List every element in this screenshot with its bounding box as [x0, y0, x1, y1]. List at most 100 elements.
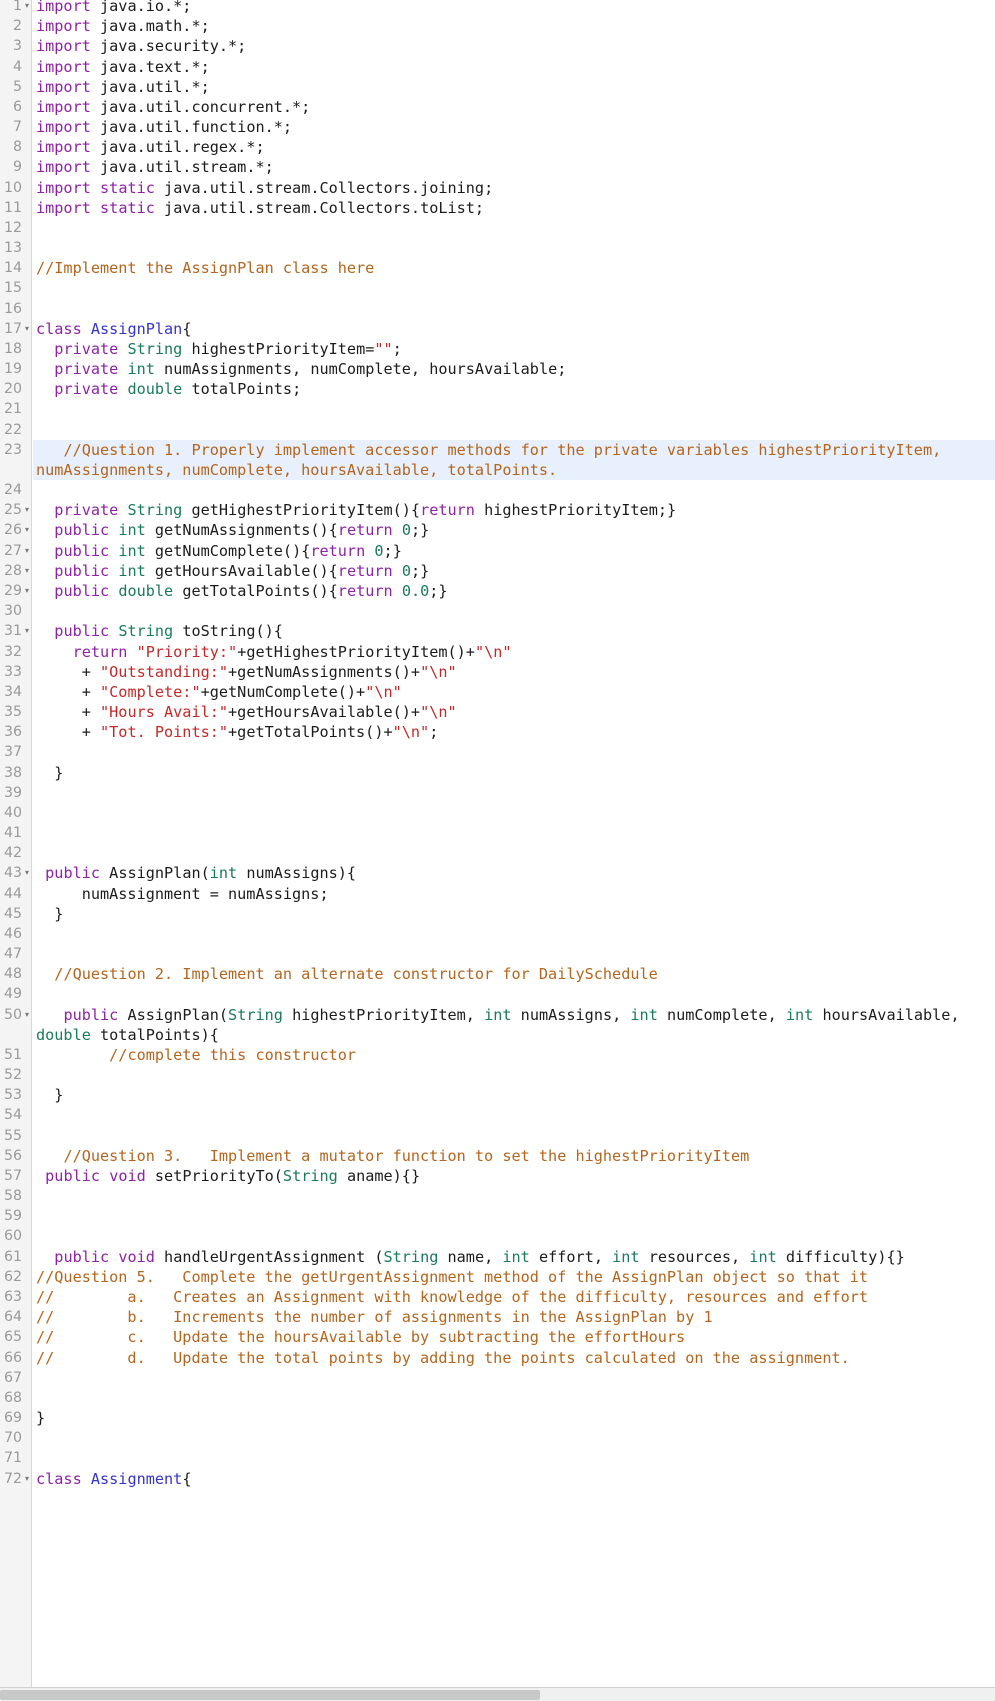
code-fold-triangle-icon[interactable]: ▾ [23, 1005, 31, 1025]
code-line[interactable]: 2 import java.math.*; [0, 16, 995, 36]
code-line-text[interactable]: + "Hours Avail:"+getHoursAvailable()+"\n… [32, 702, 995, 722]
code-line[interactable]: 16 [0, 299, 995, 319]
code-line-text[interactable]: return "Priority:"+getHighestPriorityIte… [32, 642, 995, 662]
code-fold-triangle-icon[interactable]: ▾ [23, 500, 31, 520]
code-line-text[interactable] [32, 843, 995, 863]
code-line[interactable]: 51 //complete this constructor [0, 1045, 995, 1065]
code-line[interactable]: 3 import java.security.*; [0, 36, 995, 56]
code-line-text[interactable] [32, 742, 995, 762]
code-line-text[interactable]: import java.util.stream.*; [32, 157, 995, 177]
code-line-text[interactable] [32, 1388, 995, 1408]
code-line[interactable]: 48 //Question 2. Implement an alternate … [0, 964, 995, 984]
code-fold-triangle-icon[interactable]: ▾ [23, 0, 31, 16]
code-line-text[interactable]: public String toString(){ [32, 621, 995, 641]
code-line[interactable]: 14 //Implement the AssignPlan class here [0, 258, 995, 278]
code-line[interactable]: 68 [0, 1388, 995, 1408]
code-line-text[interactable] [32, 480, 995, 500]
code-fold-triangle-icon[interactable]: ▾ [23, 863, 31, 883]
code-line[interactable]: 22 [0, 420, 995, 440]
code-line[interactable]: 18 private String highestPriorityItem=""… [0, 339, 995, 359]
code-line[interactable]: 70 [0, 1428, 995, 1448]
code-fold-triangle-icon[interactable]: ▾ [23, 541, 31, 561]
code-content-area[interactable]: 1 ▾ import java.io.*; 2 import java.math.*; 3… [0, 0, 995, 1489]
code-line[interactable]: 11 import static java.util.stream.Collect… [0, 198, 995, 218]
code-line-text[interactable] [32, 944, 995, 964]
code-line-text[interactable] [32, 1226, 995, 1246]
code-line[interactable]: 44 numAssignment = numAssigns; [0, 884, 995, 904]
code-line[interactable]: 43 ▾ public AssignPlan(int numAssigns){ [0, 863, 995, 883]
code-line-text[interactable]: } [32, 904, 995, 924]
code-line[interactable]: 19 private int numAssignments, numComple… [0, 359, 995, 379]
code-line-text[interactable]: import java.util.regex.*; [32, 137, 995, 157]
code-line[interactable]: 55 [0, 1126, 995, 1146]
code-line-text[interactable]: import java.util.function.*; [32, 117, 995, 137]
code-line-text[interactable] [32, 1448, 995, 1468]
code-line[interactable]: 7 import java.util.function.*; [0, 117, 995, 137]
code-line-text[interactable]: public int getNumAssignments(){return 0;… [32, 520, 995, 540]
code-line[interactable]: 31 ▾ public String toString(){ [0, 621, 995, 641]
code-line-text[interactable]: // d. Update the total points by adding … [32, 1348, 995, 1368]
code-line-text[interactable]: public int getHoursAvailable(){return 0;… [32, 561, 995, 581]
code-line[interactable]: 47 [0, 944, 995, 964]
code-editor[interactable]: 1 ▾ import java.io.*; 2 import java.math.*; 3… [0, 0, 995, 1701]
code-line[interactable]: 21 [0, 399, 995, 419]
code-line-text[interactable] [32, 1206, 995, 1226]
code-line-text[interactable] [32, 1368, 995, 1388]
code-line[interactable]: 53 } [0, 1085, 995, 1105]
code-line[interactable]: 24 [0, 480, 995, 500]
code-line-text[interactable]: //Question 3. Implement a mutator functi… [32, 1146, 995, 1166]
code-line-text[interactable]: public void setPriorityTo(String aname){… [32, 1166, 995, 1186]
code-line-text[interactable] [32, 984, 995, 1004]
code-line-text[interactable] [32, 1126, 995, 1146]
code-line-text[interactable]: import static java.util.stream.Collector… [32, 178, 995, 198]
code-line[interactable]: 23 //Question 1. Properly implement acce… [0, 439, 995, 481]
code-line[interactable]: 20 private double totalPoints; [0, 379, 995, 399]
code-line[interactable]: 6 import java.util.concurrent.*; [0, 97, 995, 117]
code-line[interactable]: 54 [0, 1105, 995, 1125]
code-line-text[interactable]: public AssignPlan(String highestPriority… [32, 1005, 995, 1045]
code-fold-triangle-icon[interactable]: ▾ [23, 581, 31, 601]
code-line-text[interactable]: public int getNumComplete(){return 0;} [32, 541, 995, 561]
code-line[interactable]: 29 ▾ public double getTotalPoints(){retur… [0, 581, 995, 601]
code-line-text[interactable]: private String getHighestPriorityItem(){… [32, 500, 995, 520]
code-line-text[interactable]: //Question 5. Complete the getUrgentAssi… [32, 1267, 995, 1287]
code-line[interactable]: 69} [0, 1408, 995, 1428]
code-line-text[interactable] [32, 299, 995, 319]
code-line-text[interactable]: // b. Increments the number of assignmen… [32, 1307, 995, 1327]
code-line[interactable]: 66 // d. Update the total points by addin… [0, 1348, 995, 1368]
code-line[interactable]: 17 ▾ class AssignPlan{ [0, 319, 995, 339]
code-line-text[interactable]: private String highestPriorityItem=""; [32, 339, 995, 359]
code-line[interactable]: 61 public void handleUrgentAssignment (S… [0, 1247, 995, 1267]
code-line-text[interactable]: + "Outstanding:"+getNumAssignments()+"\n… [32, 662, 995, 682]
code-line[interactable]: 60 [0, 1226, 995, 1246]
code-line-text[interactable] [32, 1105, 995, 1125]
code-line-text[interactable] [32, 601, 995, 621]
code-fold-triangle-icon[interactable]: ▾ [23, 520, 31, 540]
code-line-text[interactable]: } [32, 1085, 995, 1105]
code-line[interactable]: 57 public void setPriorityTo(String anam… [0, 1166, 995, 1186]
code-line-text[interactable]: //Implement the AssignPlan class here [32, 258, 995, 278]
code-line[interactable]: 64 // b. Increments the number of assignm… [0, 1307, 995, 1327]
code-line-text[interactable]: class AssignPlan{ [32, 319, 995, 339]
code-line-text[interactable] [32, 1428, 995, 1448]
code-line[interactable]: 5 import java.util.*; [0, 77, 995, 97]
code-fold-triangle-icon[interactable]: ▾ [23, 319, 31, 339]
code-line[interactable]: 56 //Question 3. Implement a mutator fun… [0, 1146, 995, 1166]
code-line[interactable]: 38 } [0, 763, 995, 783]
code-line[interactable]: 1 ▾ import java.io.*; [0, 0, 995, 16]
code-line[interactable]: 72 ▾ class Assignment{ [0, 1469, 995, 1489]
code-line[interactable]: 33 + "Outstanding:"+getNumAssignments()+… [0, 662, 995, 682]
code-line-text[interactable]: + "Tot. Points:"+getTotalPoints()+"\n"; [32, 722, 995, 742]
code-line-text[interactable]: //Question 1. Properly implement accesso… [32, 440, 995, 480]
code-line-text[interactable]: public void handleUrgentAssignment (Stri… [32, 1247, 995, 1267]
code-line[interactable]: 49 [0, 984, 995, 1004]
code-line-text[interactable] [32, 1065, 995, 1085]
code-line-text[interactable]: import java.io.*; [32, 0, 995, 16]
code-line-text[interactable] [32, 924, 995, 944]
code-line-text[interactable] [32, 218, 995, 238]
code-line[interactable]: 63 // a. Creates an Assignment with knowl… [0, 1287, 995, 1307]
code-line-text[interactable]: + "Complete:"+getNumComplete()+"\n" [32, 682, 995, 702]
code-line[interactable]: 25 ▾ private String getHighestPriorityIte… [0, 500, 995, 520]
code-line[interactable]: 45 } [0, 904, 995, 924]
code-line[interactable]: 9 import java.util.stream.*; [0, 157, 995, 177]
